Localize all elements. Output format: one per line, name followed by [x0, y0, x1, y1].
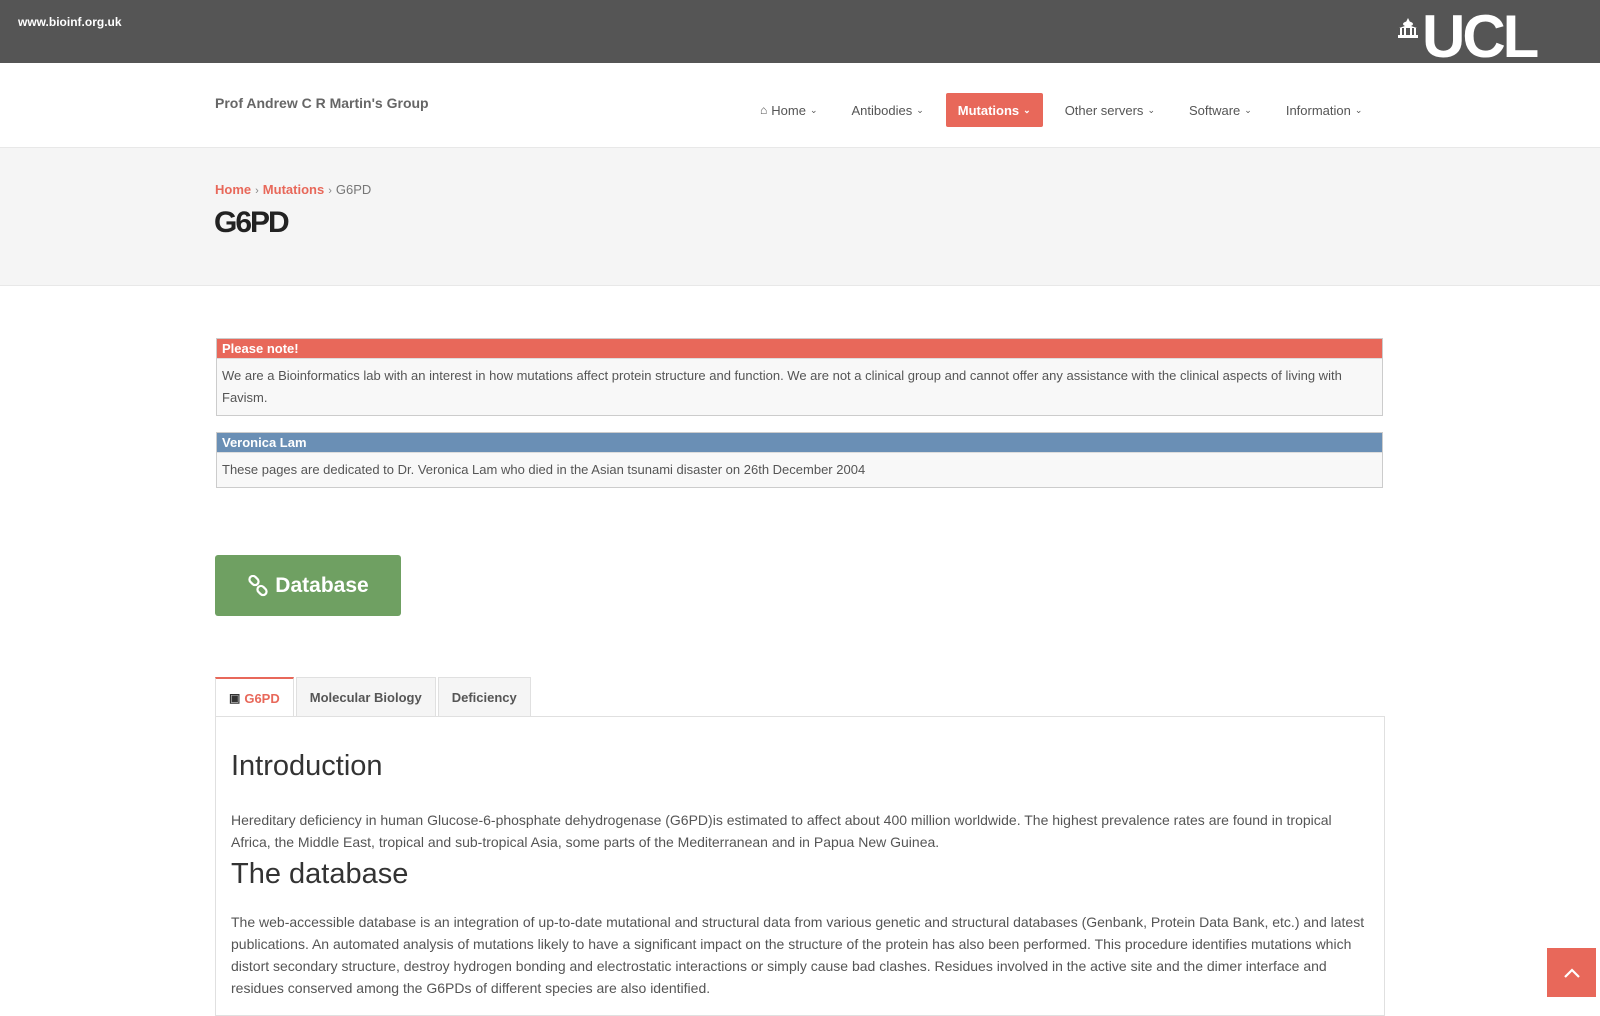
nav-software[interactable]: Software ⌄ [1177, 93, 1264, 127]
site-url[interactable]: www.bioinf.org.uk [18, 15, 122, 29]
nav-other-servers[interactable]: Other servers ⌄ [1053, 93, 1167, 127]
tab-deficiency[interactable]: Deficiency [437, 677, 531, 717]
nav-home-label: Home [771, 102, 806, 118]
nav-home[interactable]: ⌂ Home ⌄ [748, 93, 829, 127]
dedication-box: Veronica Lam These pages are dedicated t… [216, 432, 1383, 488]
chevron-down-icon: ⌄ [916, 104, 924, 115]
intro-heading: Introduction [231, 750, 383, 782]
tab-molecular-biology[interactable]: Molecular Biology [295, 677, 436, 717]
nav-antibodies-label: Antibodies [851, 102, 913, 118]
tab-deficiency-label: Deficiency [451, 690, 517, 705]
intro-text: Hereditary deficiency in human Glucose-6… [231, 812, 1332, 850]
nav-antibodies[interactable]: Antibodies ⌄ [839, 93, 935, 127]
tab-panel: Introduction Hereditary deficiency in hu… [215, 716, 1385, 1016]
nav-other-servers-label: Other servers [1064, 102, 1144, 118]
chevron-down-icon: ⌄ [1147, 104, 1155, 115]
breadcrumb: Home › Mutations › G6PD [215, 182, 371, 197]
chevron-right-icon: › [328, 185, 332, 197]
tab-g6pd-label: G6PD [244, 690, 280, 706]
briefcase-icon: ▣ [229, 691, 241, 705]
tab-molecular-biology-label: Molecular Biology [309, 690, 422, 705]
nav-information[interactable]: Information ⌄ [1274, 93, 1375, 127]
dedication-title: Veronica Lam [217, 433, 1382, 452]
tab-g6pd[interactable]: ▣ G6PD [215, 677, 294, 717]
home-icon: ⌂ [760, 103, 768, 117]
database-heading: The database [231, 858, 409, 890]
chevron-down-icon: ⌄ [1244, 104, 1252, 115]
page-title-area: Home › Mutations › G6PD G6PD [0, 148, 1600, 286]
main-nav: ⌂ Home ⌄ Antibodies ⌄ Mutations ⌄ Other … [748, 93, 1384, 127]
notice-box: Please note! We are a Bioinformatics lab… [216, 338, 1383, 416]
chevron-down-icon: ⌄ [1023, 104, 1031, 115]
nav-information-label: Information [1285, 102, 1351, 118]
notice-body: We are a Bioinformatics lab with an inte… [217, 358, 1382, 415]
chevron-up-icon [1563, 967, 1580, 978]
dedication-body: These pages are dedicated to Dr. Veronic… [217, 452, 1382, 487]
notice-title: Please note! [217, 339, 1382, 358]
page-title: G6PD [214, 206, 290, 239]
chevron-right-icon: › [255, 185, 259, 197]
scroll-to-top-button[interactable] [1547, 948, 1596, 997]
portico-icon [1398, 18, 1418, 38]
chevron-down-icon: ⌄ [1354, 104, 1363, 115]
top-bar: www.bioinf.org.uk UCL [0, 0, 1600, 67]
nav-software-label: Software [1188, 102, 1241, 118]
ucl-logo[interactable]: UCL [1398, 7, 1573, 67]
database-button[interactable]: Database [215, 555, 401, 616]
brand-title[interactable]: Prof Andrew C R Martin's Group [215, 95, 429, 111]
ucl-logo-text: UCL [1422, 3, 1539, 70]
content-tabs: ▣ G6PD Molecular Biology Deficiency [215, 677, 533, 717]
breadcrumb-home[interactable]: Home [215, 182, 251, 197]
nav-mutations-label: Mutations [957, 102, 1020, 118]
database-text: The web-accessible database is an integr… [231, 914, 1365, 996]
chevron-down-icon: ⌄ [809, 104, 818, 115]
breadcrumb-current: G6PD [335, 182, 372, 197]
site-header: Prof Andrew C R Martin's Group ⌂ Home ⌄ … [0, 63, 1600, 148]
database-button-label: Database [275, 573, 369, 597]
breadcrumb-mutations[interactable]: Mutations [263, 182, 324, 197]
nav-mutations[interactable]: Mutations ⌄ [945, 93, 1043, 127]
link-icon [248, 574, 268, 596]
